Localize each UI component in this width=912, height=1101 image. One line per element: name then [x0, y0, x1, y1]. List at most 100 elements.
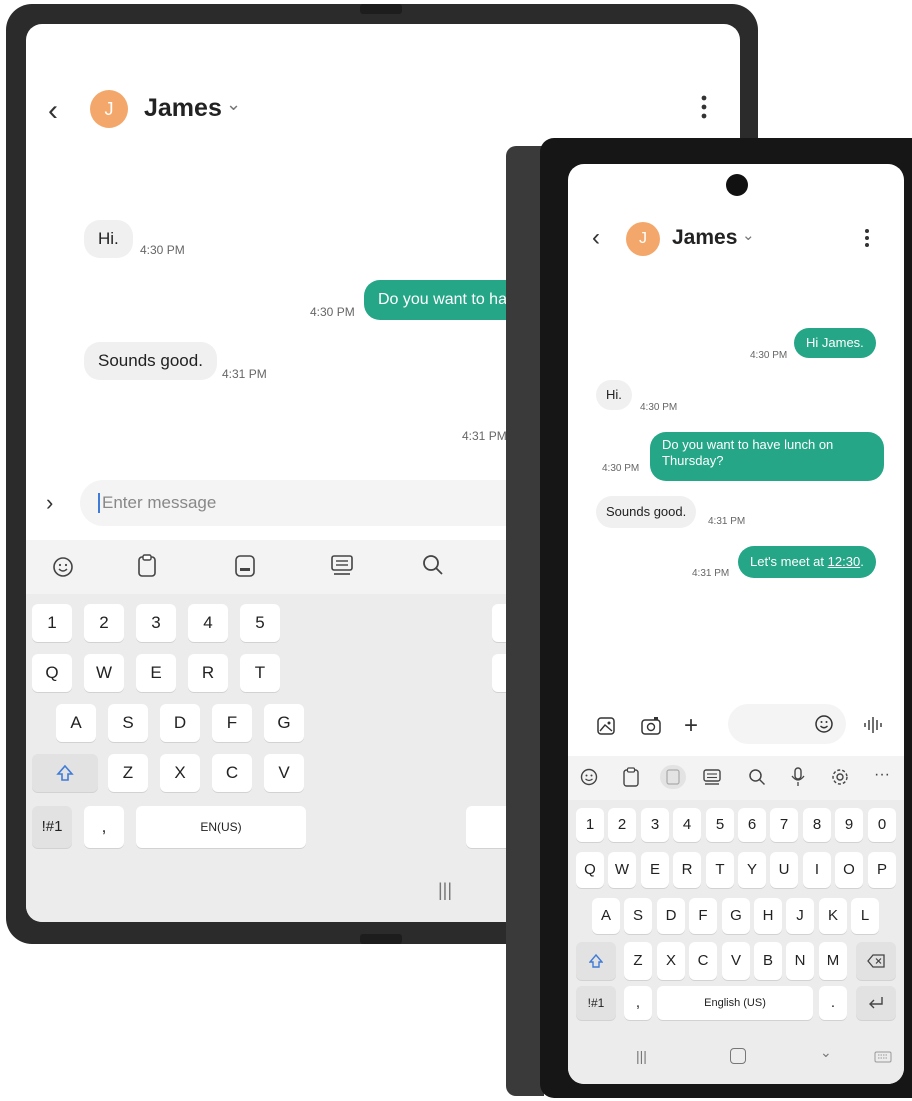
- key[interactable]: B: [754, 942, 782, 980]
- key[interactable]: D: [657, 898, 685, 934]
- key[interactable]: R: [673, 852, 701, 888]
- key[interactable]: C: [212, 754, 252, 792]
- key[interactable]: W: [608, 852, 636, 888]
- key[interactable]: 6: [738, 808, 766, 842]
- settings-icon[interactable]: [830, 767, 850, 792]
- emoji-icon[interactable]: [52, 556, 74, 583]
- time-link[interactable]: 12:30: [828, 554, 861, 569]
- more-icon[interactable]: ···: [874, 766, 890, 784]
- symbols-key[interactable]: !#1: [576, 986, 616, 1020]
- back-arrow-icon[interactable]: ‹: [592, 224, 600, 252]
- key[interactable]: 3: [136, 604, 176, 642]
- key[interactable]: T: [240, 654, 280, 692]
- key[interactable]: S: [108, 704, 148, 742]
- key[interactable]: F: [212, 704, 252, 742]
- camera-icon[interactable]: [640, 716, 662, 741]
- key[interactable]: 9: [835, 808, 863, 842]
- key[interactable]: 7: [770, 808, 798, 842]
- key[interactable]: G: [722, 898, 750, 934]
- key[interactable]: A: [56, 704, 96, 742]
- key[interactable]: Q: [576, 852, 604, 888]
- comma-key[interactable]: ,: [84, 806, 124, 848]
- microphone-icon[interactable]: [790, 767, 806, 792]
- keyboard-mode-icon[interactable]: [660, 765, 686, 789]
- enter-key[interactable]: [856, 986, 896, 1020]
- key[interactable]: H: [754, 898, 782, 934]
- contact-name[interactable]: James: [672, 226, 737, 250]
- comma-key[interactable]: ,: [624, 986, 652, 1020]
- space-key[interactable]: English (US): [657, 986, 813, 1020]
- key[interactable]: 5: [706, 808, 734, 842]
- clipboard-icon[interactable]: [136, 554, 158, 583]
- key[interactable]: 2: [84, 604, 124, 642]
- key[interactable]: 4: [673, 808, 701, 842]
- key[interactable]: 2: [608, 808, 636, 842]
- search-icon[interactable]: [748, 768, 766, 791]
- key[interactable]: A: [592, 898, 620, 934]
- key[interactable]: Y: [738, 852, 766, 888]
- shift-key[interactable]: [576, 942, 616, 980]
- recent-apps-icon[interactable]: |||: [438, 880, 452, 901]
- key[interactable]: F: [689, 898, 717, 934]
- key[interactable]: 8: [803, 808, 831, 842]
- shift-key[interactable]: [32, 754, 98, 792]
- search-icon[interactable]: [422, 554, 444, 581]
- key[interactable]: 4: [188, 604, 228, 642]
- key[interactable]: 5: [240, 604, 280, 642]
- chevron-down-icon[interactable]: ⌄: [226, 94, 241, 115]
- chevron-down-icon[interactable]: ⌄: [742, 226, 755, 244]
- voice-input-icon[interactable]: [862, 716, 884, 739]
- emoji-icon[interactable]: [580, 768, 598, 791]
- backspace-key[interactable]: [856, 942, 896, 980]
- key[interactable]: 0: [868, 808, 896, 842]
- key[interactable]: C: [689, 942, 717, 980]
- symbols-key[interactable]: !#1: [32, 806, 72, 848]
- key[interactable]: M: [819, 942, 847, 980]
- more-options-icon[interactable]: [864, 228, 870, 253]
- keyboard-layout-icon[interactable]: [330, 554, 354, 581]
- key[interactable]: I: [803, 852, 831, 888]
- key[interactable]: Z: [624, 942, 652, 980]
- key[interactable]: Q: [32, 654, 72, 692]
- key[interactable]: D: [160, 704, 200, 742]
- key[interactable]: S: [624, 898, 652, 934]
- key[interactable]: U: [770, 852, 798, 888]
- key[interactable]: G: [264, 704, 304, 742]
- avatar[interactable]: J: [90, 90, 128, 128]
- key[interactable]: E: [641, 852, 669, 888]
- keyboard-layout-icon[interactable]: [702, 768, 722, 791]
- key[interactable]: X: [657, 942, 685, 980]
- keyboard-icon[interactable]: [874, 1050, 892, 1068]
- key[interactable]: P: [868, 852, 896, 888]
- key[interactable]: O: [835, 852, 863, 888]
- emoji-icon[interactable]: [814, 714, 834, 739]
- period-key[interactable]: .: [819, 986, 847, 1020]
- back-arrow-icon[interactable]: ‹: [48, 94, 58, 128]
- key[interactable]: J: [786, 898, 814, 934]
- key[interactable]: 1: [576, 808, 604, 842]
- key[interactable]: E: [136, 654, 176, 692]
- space-key[interactable]: EN(US): [136, 806, 306, 848]
- key[interactable]: V: [264, 754, 304, 792]
- key[interactable]: W: [84, 654, 124, 692]
- clipboard-icon[interactable]: [622, 767, 640, 792]
- more-options-icon[interactable]: [700, 94, 710, 125]
- key[interactable]: V: [722, 942, 750, 980]
- key[interactable]: R: [188, 654, 228, 692]
- key[interactable]: K: [819, 898, 847, 934]
- key[interactable]: X: [160, 754, 200, 792]
- avatar[interactable]: J: [626, 222, 660, 256]
- recent-apps-icon[interactable]: |||: [636, 1048, 647, 1064]
- home-icon[interactable]: [730, 1048, 746, 1064]
- key[interactable]: T: [706, 852, 734, 888]
- expand-icon[interactable]: ›: [46, 490, 53, 516]
- key[interactable]: L: [851, 898, 879, 934]
- gallery-icon[interactable]: [596, 716, 616, 741]
- key[interactable]: 1: [32, 604, 72, 642]
- key[interactable]: N: [786, 942, 814, 980]
- plus-icon[interactable]: +: [684, 712, 698, 740]
- key[interactable]: Z: [108, 754, 148, 792]
- key[interactable]: 3: [641, 808, 669, 842]
- chevron-down-icon[interactable]: ⌄: [820, 1044, 832, 1061]
- contact-name[interactable]: James: [144, 94, 222, 123]
